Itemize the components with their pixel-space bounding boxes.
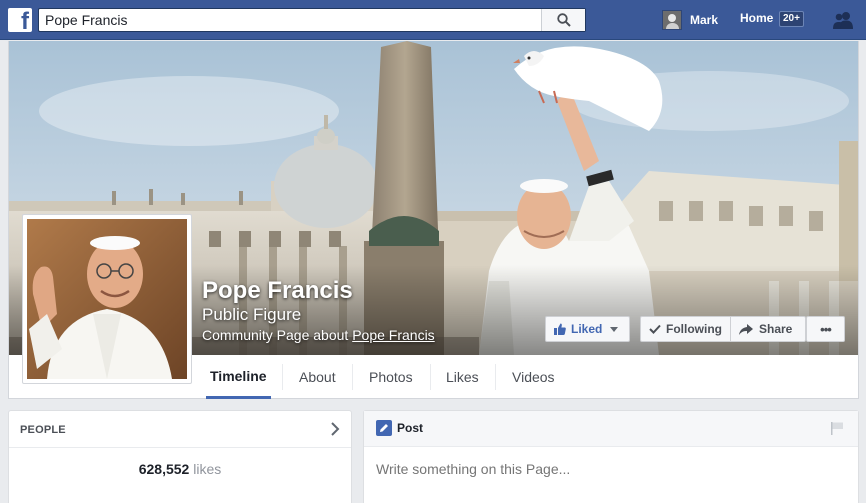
tab-photos-label: Photos bbox=[369, 368, 413, 385]
tab-likes-label: Likes bbox=[446, 368, 479, 385]
community-prefix: Community Page about bbox=[202, 327, 353, 343]
magnifier-icon bbox=[556, 13, 571, 27]
following-button[interactable]: Following bbox=[640, 316, 731, 342]
tab-divider bbox=[282, 364, 283, 390]
tab-timeline[interactable]: Timeline bbox=[206, 355, 271, 399]
search-input[interactable] bbox=[39, 9, 539, 31]
caret-down-icon bbox=[610, 326, 619, 332]
likes-summary: 628,552 likes bbox=[9, 461, 351, 477]
user-name: Mark bbox=[690, 13, 719, 27]
facebook-logo-icon[interactable]: f bbox=[8, 8, 32, 32]
share-label: Share bbox=[759, 322, 793, 336]
tab-divider bbox=[352, 364, 353, 390]
composer-panel: Post bbox=[363, 410, 859, 503]
home-badge: 20+ bbox=[779, 11, 804, 27]
search-box bbox=[38, 8, 586, 32]
post-tab-label: Post bbox=[397, 421, 424, 435]
home-link[interactable]: Home bbox=[740, 11, 773, 25]
tab-divider bbox=[495, 364, 496, 390]
profile-picture-image bbox=[27, 219, 187, 379]
people-panel: PEOPLE 628,552 likes bbox=[8, 410, 352, 503]
liked-button[interactable]: Liked bbox=[545, 316, 630, 342]
community-topic-link[interactable]: Pope Francis bbox=[352, 327, 434, 343]
share-arrow-icon bbox=[739, 323, 753, 335]
people-header[interactable]: PEOPLE bbox=[9, 411, 351, 448]
composer-header: Post bbox=[364, 411, 858, 447]
page-title[interactable]: Pope Francis bbox=[202, 277, 353, 305]
likes-label: likes bbox=[193, 461, 222, 477]
composer-input[interactable] bbox=[376, 461, 846, 477]
checkmark-icon bbox=[649, 324, 661, 334]
tab-about[interactable]: About bbox=[299, 355, 336, 398]
tab-videos[interactable]: Videos bbox=[512, 355, 555, 398]
tab-videos-label: Videos bbox=[512, 368, 555, 385]
profile-picture[interactable] bbox=[22, 214, 192, 384]
profile-link[interactable]: Mark bbox=[662, 9, 718, 31]
search-button[interactable] bbox=[541, 9, 585, 31]
post-tab[interactable]: Post bbox=[376, 420, 423, 436]
likes-count: 628,552 bbox=[138, 461, 190, 477]
user-avatar bbox=[662, 10, 682, 30]
thumbs-up-icon bbox=[554, 323, 566, 335]
share-button[interactable]: Share bbox=[730, 316, 806, 342]
pencil-icon bbox=[376, 420, 392, 436]
flag-icon[interactable] bbox=[830, 421, 844, 435]
more-dots-icon: ••• bbox=[820, 321, 832, 337]
people-title: PEOPLE bbox=[20, 424, 66, 436]
top-bar: f Mark Home 20+ bbox=[0, 0, 866, 40]
tab-likes[interactable]: Likes bbox=[446, 355, 479, 398]
tab-photos[interactable]: Photos bbox=[369, 355, 413, 398]
liked-label: Liked bbox=[571, 322, 603, 336]
following-label: Following bbox=[666, 322, 722, 336]
community-page-line: Community Page about Pope Francis bbox=[202, 327, 435, 343]
tab-timeline-label: Timeline bbox=[210, 367, 267, 384]
page-category: Public Figure bbox=[202, 305, 302, 324]
more-options-button[interactable]: ••• bbox=[806, 316, 845, 342]
tab-about-label: About bbox=[299, 368, 336, 385]
friend-requests-icon[interactable] bbox=[832, 11, 854, 29]
tab-divider bbox=[430, 364, 431, 390]
chevron-right-icon[interactable] bbox=[329, 422, 341, 436]
